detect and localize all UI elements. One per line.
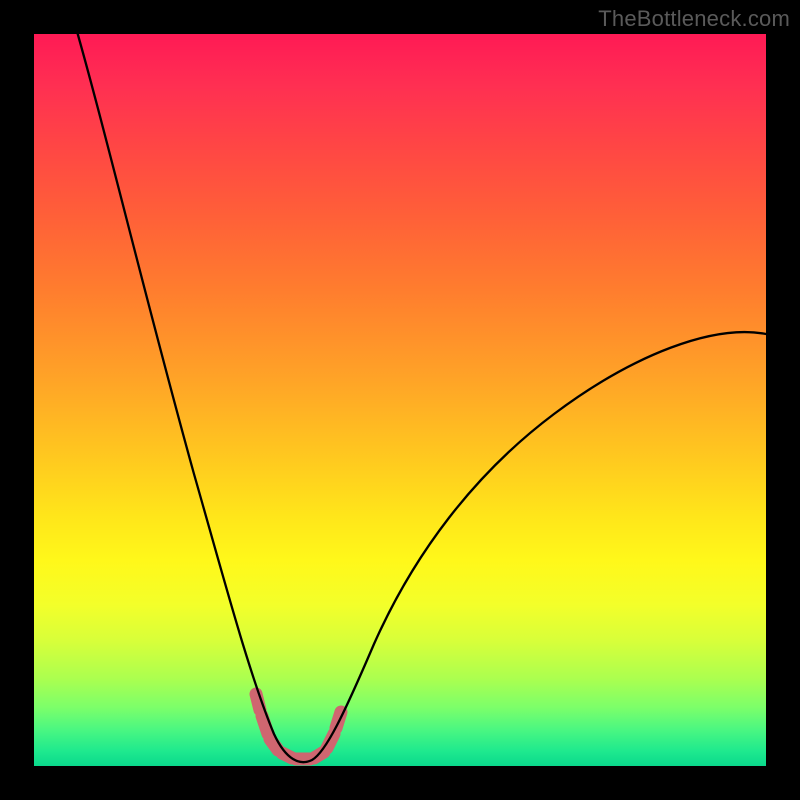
bottleneck-curve [72,14,766,762]
plot-area [34,34,766,766]
chart-frame: TheBottleneck.com [0,0,800,800]
chart-svg [34,34,766,766]
trough-highlight [256,694,341,759]
watermark-text: TheBottleneck.com [598,6,790,32]
